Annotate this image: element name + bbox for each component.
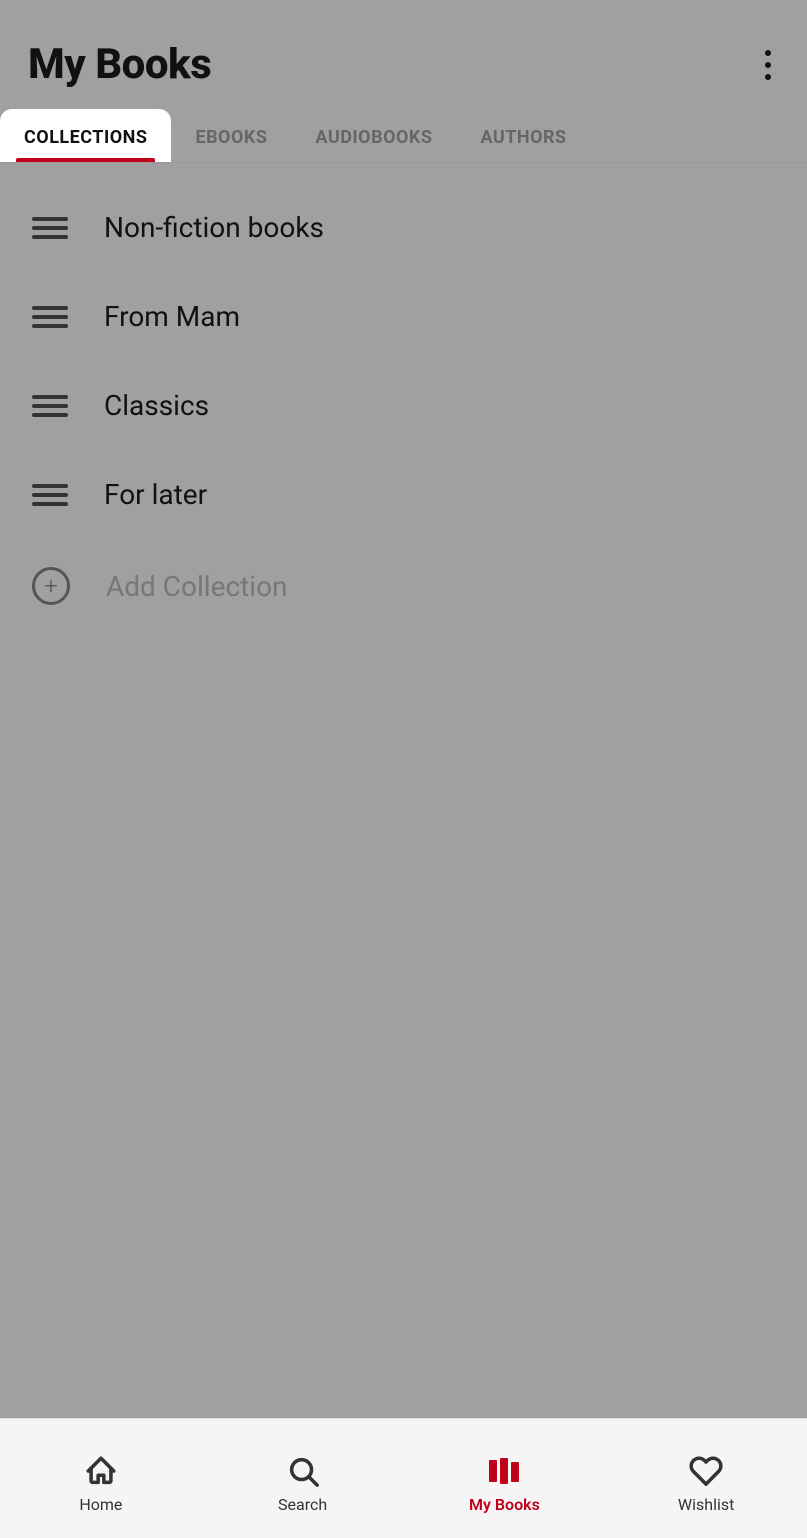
list-icon <box>32 217 68 239</box>
home-icon <box>83 1453 119 1489</box>
list-item[interactable]: Non-fiction books <box>0 183 807 272</box>
list-icon <box>32 395 68 417</box>
collection-name: From Mam <box>104 300 240 333</box>
wishlist-svg <box>689 1454 723 1488</box>
wishlist-label: Wishlist <box>678 1495 734 1514</box>
collection-name: Classics <box>104 389 209 422</box>
search-svg <box>286 1454 320 1488</box>
collections-list: Non-fiction books From Mam Classics <box>0 163 807 1418</box>
search-label: Search <box>278 1495 327 1514</box>
bottom-nav: Home Search My Books Wishlist <box>0 1418 807 1538</box>
more-options-button[interactable] <box>757 42 779 88</box>
mybooks-label: My Books <box>469 1495 540 1514</box>
tab-bar: COLLECTIONS EBOOKS AUDIOBOOKS AUTHORS <box>0 109 807 163</box>
nav-mybooks[interactable]: My Books <box>404 1443 606 1514</box>
tab-authors[interactable]: AUTHORS <box>456 109 590 162</box>
collection-name: For later <box>104 478 207 511</box>
dot-2 <box>765 62 771 68</box>
header: My Books <box>0 0 807 109</box>
add-collection-label: Add Collection <box>106 570 288 603</box>
collection-name: Non-fiction books <box>104 211 324 244</box>
dot-1 <box>765 50 771 56</box>
hamburger-icon <box>32 395 68 417</box>
mybooks-svg <box>487 1454 521 1488</box>
mybooks-icon <box>486 1453 522 1489</box>
list-icon <box>32 484 68 506</box>
tab-ebooks[interactable]: EBOOKS <box>171 109 291 162</box>
search-icon <box>285 1453 321 1489</box>
list-icon <box>32 306 68 328</box>
home-label: Home <box>79 1495 122 1514</box>
list-item[interactable]: From Mam <box>0 272 807 361</box>
tab-audiobooks[interactable]: AUDIOBOOKS <box>291 109 456 162</box>
add-collection-icon <box>32 567 70 605</box>
hamburger-icon <box>32 484 68 506</box>
hamburger-icon <box>32 306 68 328</box>
nav-home[interactable]: Home <box>0 1443 202 1514</box>
nav-search[interactable]: Search <box>202 1443 404 1514</box>
hamburger-icon <box>32 217 68 239</box>
wishlist-icon <box>688 1453 724 1489</box>
main-content: My Books COLLECTIONS EBOOKS AUDIOBOOKS A… <box>0 0 807 1418</box>
dot-3 <box>765 74 771 80</box>
nav-wishlist[interactable]: Wishlist <box>605 1443 807 1514</box>
add-collection-button[interactable]: Add Collection <box>0 539 807 633</box>
page-title: My Books <box>28 40 211 89</box>
home-svg <box>84 1454 118 1488</box>
list-item[interactable]: Classics <box>0 361 807 450</box>
list-item[interactable]: For later <box>0 450 807 539</box>
tab-collections[interactable]: COLLECTIONS <box>0 109 171 162</box>
